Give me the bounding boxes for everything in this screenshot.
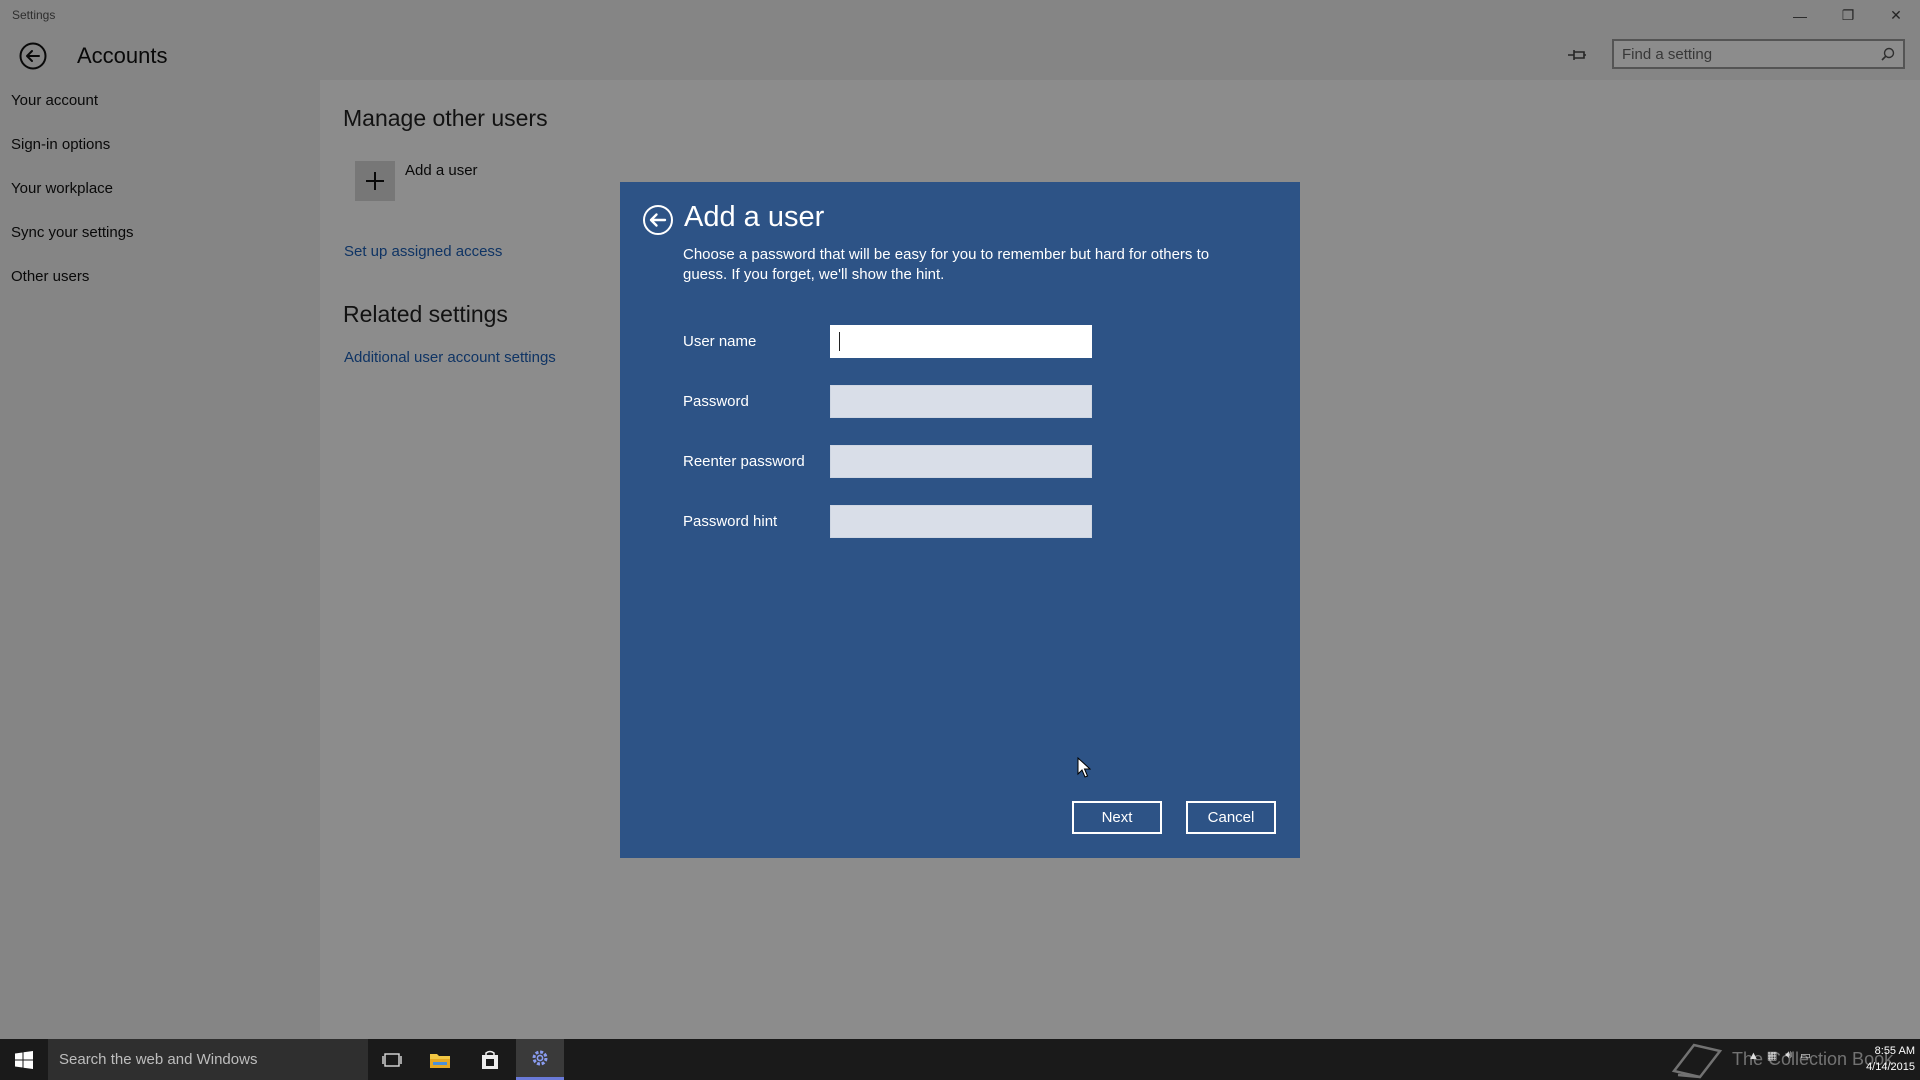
file-explorer-button[interactable] — [416, 1039, 464, 1080]
task-view-button[interactable] — [368, 1039, 416, 1080]
dialog-description: Choose a password that will be easy for … — [683, 246, 1210, 283]
volume-icon[interactable]: 🔊︎ — [1785, 1049, 1792, 1062]
reenter-password-label: Reenter password — [683, 453, 805, 470]
next-button[interactable]: Next — [1072, 801, 1162, 834]
show-hidden-icons-icon[interactable]: ▲ — [1748, 1050, 1759, 1062]
text-caret — [839, 332, 840, 351]
network-icon[interactable]: ▦ — [1767, 1049, 1777, 1062]
taskbar-search-input[interactable] — [48, 1039, 370, 1080]
windows-logo-icon — [15, 1050, 33, 1069]
username-field[interactable] — [830, 325, 1092, 358]
store-button[interactable] — [466, 1039, 514, 1080]
cancel-button[interactable]: Cancel — [1186, 801, 1276, 834]
password-field[interactable] — [830, 385, 1092, 418]
password-hint-field[interactable] — [830, 505, 1092, 538]
gear-icon — [532, 1050, 548, 1066]
store-bag-icon — [482, 1050, 498, 1069]
settings-taskbar-button[interactable] — [516, 1039, 564, 1080]
password-label: Password — [683, 393, 749, 410]
folder-icon — [430, 1053, 450, 1068]
dialog-title: Add a user — [684, 201, 825, 233]
clock-date: 4/14/2015 — [1866, 1061, 1915, 1073]
system-clock[interactable]: 8:55 AM 4/14/2015 — [1853, 1043, 1915, 1075]
reenter-password-field[interactable] — [830, 445, 1092, 478]
book-logo-icon — [1671, 1043, 1723, 1079]
dialog-back-arrow-icon[interactable] — [642, 204, 674, 236]
task-view-icon — [382, 1052, 402, 1067]
password-hint-label: Password hint — [683, 513, 778, 530]
notifications-icon[interactable]: ▭ — [1800, 1049, 1810, 1062]
start-button[interactable] — [0, 1039, 48, 1080]
clock-time: 8:55 AM — [1874, 1045, 1915, 1057]
add-user-dialog: Add a user Choose a password that will b… — [620, 182, 1300, 858]
system-tray: ▲ ▦ 🔊︎ ▭ — [1748, 1049, 1811, 1062]
mouse-cursor-icon — [1077, 757, 1091, 778]
username-label: User name — [683, 333, 757, 350]
taskbar: The Collection Book ▲ ▦ 🔊︎ ▭ 8:55 AM 4/1… — [0, 1039, 1920, 1080]
taskbar-search[interactable] — [48, 1039, 370, 1080]
